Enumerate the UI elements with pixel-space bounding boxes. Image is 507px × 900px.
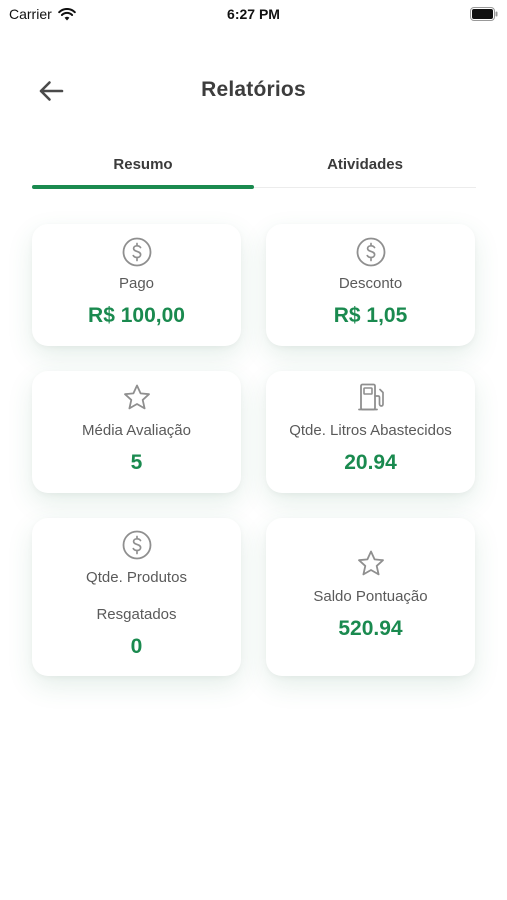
card-desconto: Desconto R$ 1,05: [266, 224, 475, 346]
tab-resumo[interactable]: Resumo: [32, 148, 254, 189]
dollar-circle-icon: [355, 236, 387, 268]
card-pago: Pago R$ 100,00: [32, 224, 241, 346]
card-value: 520.94: [338, 617, 403, 640]
star-icon: [121, 382, 153, 414]
card-label: Desconto: [338, 275, 403, 292]
card-label: Pago: [118, 275, 155, 292]
status-bar: Carrier 6:27 PM: [0, 0, 507, 28]
card-litros-abastecidos: Qtde. Litros Abastecidos 20.94: [266, 371, 475, 493]
fuel-pump-icon: [355, 381, 387, 413]
tab-atividades[interactable]: Atividades: [254, 148, 476, 187]
card-media-avaliacao: Média Avaliação 5: [32, 371, 241, 493]
card-saldo-pontuacao: Saldo Pontuação 520.94: [266, 518, 475, 676]
card-value: 5: [130, 451, 143, 474]
star-icon: [355, 548, 387, 580]
dollar-circle-icon: [121, 529, 153, 561]
card-value: 20.94: [344, 451, 397, 474]
card-value: 0: [130, 635, 143, 658]
card-value: R$ 100,00: [88, 304, 185, 327]
card-label: Qtde. Litros Abastecidos: [289, 422, 452, 439]
card-label-line-2: Resgatados: [96, 606, 177, 623]
card-label: Média Avaliação: [82, 422, 191, 439]
card-produtos-resgatados: Qtde. Produtos Resgatados 0: [32, 518, 241, 676]
card-label-line-1: Qtde. Produtos: [86, 569, 187, 586]
page-title: Relatórios: [201, 78, 306, 101]
status-time: 6:27 PM: [227, 6, 280, 22]
card-value: R$ 1,05: [333, 304, 408, 327]
card-label: Saldo Pontuação: [313, 588, 428, 605]
dollar-circle-icon: [121, 236, 153, 268]
nav-header: Relatórios: [0, 60, 507, 122]
tab-bar: Resumo Atividades: [32, 148, 476, 189]
battery-icon: [470, 7, 498, 21]
